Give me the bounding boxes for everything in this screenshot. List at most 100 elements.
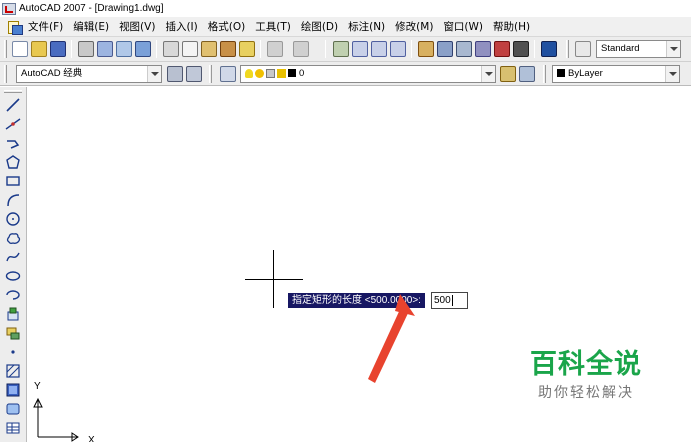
tool-palettes-icon[interactable] [456, 41, 472, 57]
color-value: ByLayer [568, 68, 603, 79]
ellipse-icon[interactable] [5, 268, 21, 284]
lock-icon [266, 68, 275, 78]
toolbar-grip[interactable] [543, 65, 546, 83]
toolbar-grip[interactable] [4, 40, 7, 58]
sheet-set-icon[interactable] [475, 41, 491, 57]
toolbar-separator [411, 40, 412, 58]
design-center-icon[interactable] [437, 41, 453, 57]
point-icon[interactable] [5, 344, 21, 360]
publish-icon[interactable] [116, 41, 132, 57]
pan-icon[interactable] [333, 41, 349, 57]
chevron-down-icon[interactable] [147, 66, 161, 82]
layer-color-swatch [288, 69, 296, 78]
toolbar-separator [534, 40, 535, 58]
menu-file[interactable]: 文件(F) [28, 19, 63, 34]
text-style-select[interactable]: Standard [596, 40, 681, 58]
revision-cloud-icon[interactable] [5, 230, 21, 246]
toolbar-separator [325, 40, 326, 58]
workspace-value: AutoCAD 经典 [21, 68, 83, 79]
toolbar-grip[interactable] [4, 90, 22, 93]
layer-name: 0 [299, 68, 305, 79]
toolbar-grip[interactable] [4, 65, 7, 83]
open-file-icon[interactable] [31, 41, 47, 57]
standard-toolbar: Standard [0, 37, 691, 62]
draw-toolbar [0, 87, 27, 442]
match-properties-icon[interactable] [220, 41, 236, 57]
polygon-icon[interactable] [5, 154, 21, 170]
chevron-down-icon[interactable] [665, 66, 679, 82]
hatch-icon[interactable] [5, 363, 21, 379]
chevron-down-icon[interactable] [481, 66, 495, 82]
window-title: AutoCAD 2007 - [Drawing1.dwg] [19, 3, 164, 14]
menu-insert[interactable]: 插入(I) [165, 19, 197, 34]
insert-block-icon[interactable] [5, 306, 21, 322]
make-object-layer-current-icon[interactable] [500, 66, 516, 82]
ucs-y-label: Y [34, 381, 41, 392]
lightbulb-icon [245, 68, 253, 78]
save-icon[interactable] [50, 41, 66, 57]
menu-window[interactable]: 窗口(W) [443, 19, 483, 34]
layers-toolbar: AutoCAD 经典 0 ByLayer [0, 62, 691, 86]
copy-icon[interactable] [182, 41, 198, 57]
construction-line-icon[interactable] [5, 116, 21, 132]
circle-icon[interactable] [5, 211, 21, 227]
my-workspace-icon[interactable] [186, 66, 202, 82]
arc-icon[interactable] [5, 192, 21, 208]
gradient-icon[interactable] [5, 382, 21, 398]
properties-icon[interactable] [418, 41, 434, 57]
make-block-icon[interactable] [5, 325, 21, 341]
menu-dimension[interactable]: 标注(N) [348, 19, 385, 34]
ucs-icon [33, 397, 79, 442]
plot-preview-icon[interactable] [97, 41, 113, 57]
watermark-subtitle: 助你轻松解决 [538, 385, 634, 401]
watermark-title: 百科全说 [530, 349, 642, 380]
3d-dwf-icon[interactable] [135, 41, 151, 57]
drawing-canvas[interactable]: 指定矩形的长度 <500.0000>: 500 Y X 百科全说 助你轻松解决 [28, 87, 691, 442]
chevron-down-icon[interactable] [666, 41, 680, 57]
polyline-icon[interactable] [5, 135, 21, 151]
redo-icon[interactable] [293, 41, 309, 57]
rectangle-icon[interactable] [5, 173, 21, 189]
paste-icon[interactable] [201, 41, 217, 57]
sun-icon [255, 68, 264, 78]
toolbar-separator [71, 40, 72, 58]
ellipse-arc-icon[interactable] [5, 287, 21, 303]
color-swatch [557, 69, 565, 78]
workspace-settings-icon[interactable] [167, 66, 183, 82]
print-icon[interactable] [78, 41, 94, 57]
watermark: 百科全说 助你轻松解决 [516, 349, 656, 403]
toolbar-grip[interactable] [566, 40, 569, 58]
color-select[interactable]: ByLayer [552, 65, 680, 83]
spline-icon[interactable] [5, 249, 21, 265]
text-style-icon[interactable] [575, 41, 591, 57]
markup-set-icon[interactable] [494, 41, 510, 57]
menu-tools[interactable]: 工具(T) [255, 19, 291, 34]
zoom-previous-icon[interactable] [390, 41, 406, 57]
layer-select[interactable]: 0 [240, 65, 496, 83]
quickcalc-icon[interactable] [513, 41, 529, 57]
line-icon[interactable] [5, 97, 21, 113]
block-editor-icon[interactable] [239, 41, 255, 57]
document-icon[interactable] [6, 20, 23, 35]
menu-draw[interactable]: 绘图(D) [301, 19, 338, 34]
region-icon[interactable] [5, 401, 21, 417]
menu-modify[interactable]: 修改(M) [395, 19, 433, 34]
new-file-icon[interactable] [12, 41, 28, 57]
zoom-realtime-icon[interactable] [352, 41, 368, 57]
cut-icon[interactable] [163, 41, 179, 57]
toolbar-grip[interactable] [209, 65, 212, 83]
workspace-select[interactable]: AutoCAD 经典 [16, 65, 162, 83]
help-icon[interactable] [541, 41, 557, 57]
ucs-x-label: X [88, 435, 95, 442]
layer-previous-icon[interactable] [519, 66, 535, 82]
menu-format[interactable]: 格式(O) [208, 19, 245, 34]
autocad-app-icon[interactable] [2, 2, 16, 15]
zoom-window-icon[interactable] [371, 41, 387, 57]
toolbar-separator [260, 40, 261, 58]
layer-properties-icon[interactable] [220, 66, 236, 82]
menu-help[interactable]: 帮助(H) [493, 19, 530, 34]
menu-view[interactable]: 视图(V) [119, 19, 155, 34]
table-icon[interactable] [5, 420, 21, 436]
undo-icon[interactable] [267, 41, 283, 57]
menu-edit[interactable]: 编辑(E) [73, 19, 109, 34]
